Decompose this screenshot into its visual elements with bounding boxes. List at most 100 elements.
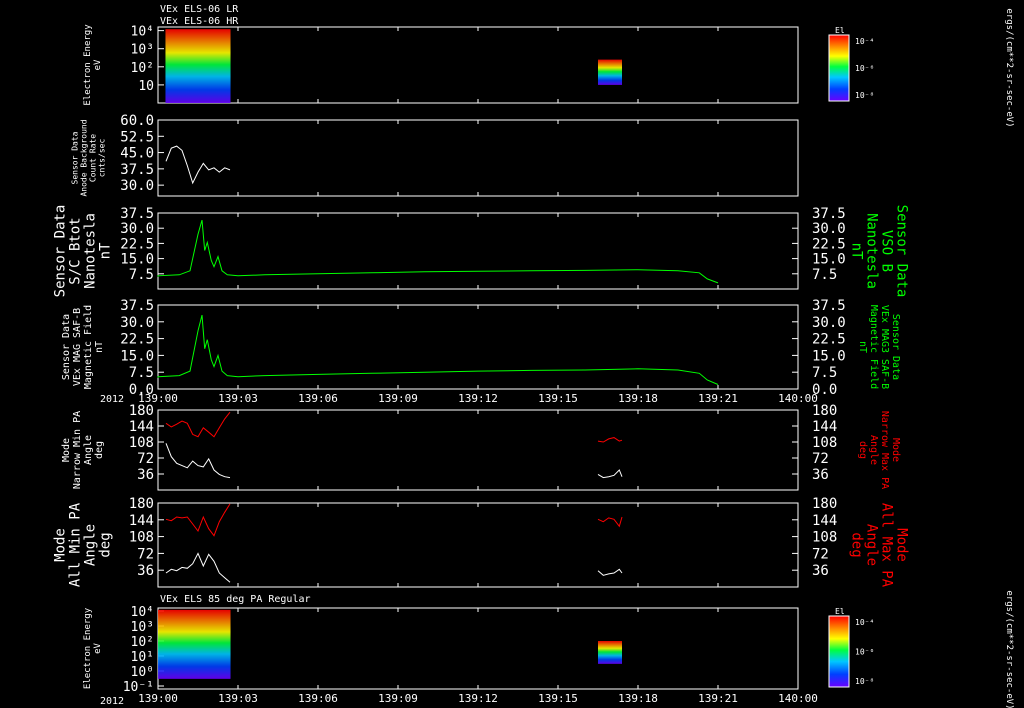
panel-4-ylabel-right-line-1: VEx MAG3 SAF-B [879,305,890,389]
panel-6-ytick-right-label-0: 36 [812,563,829,579]
time-axis-1-label-8: 140:00 [778,692,818,705]
panel-1-ylabel-line-0: Electron Energy [83,24,93,106]
panel-1-ytick-label-2: 10² [131,61,154,76]
panel-2-ylabel-line-2: Count Rate [88,134,97,182]
panel7-title: VEx ELS 85 deg PA Regular [160,594,311,605]
panel-5-ylabel-line-0: Mode [61,438,72,462]
panel-6-ylabel-line-1: All Min PA [67,502,83,587]
panel-5-ylabel-right-line-3: deg [857,441,868,459]
panel-4-ytick-label-3: 22.5 [120,332,154,348]
panel-3-ytick-right-label-1: 15.0 [812,252,846,268]
time-axis-0-label-0: 139:00 [138,392,178,405]
panel-7-ytick-label-4: 10⁰ [131,665,154,680]
panel-4-ytick-right-label-1: 7.5 [812,365,837,381]
panel-6-ylabel-line-0: Mode [52,528,68,562]
time-axis-1-label-2: 139:06 [298,692,338,705]
time-axis-1-label-7: 139:21 [698,692,738,705]
panel-6-ytick-label-1: 72 [137,546,154,562]
panel-5-ytick-right-label-2: 108 [812,435,837,451]
panel-3-ylabel-line-1: S/C Btot [67,217,83,284]
panel-1-spectrogram-block-1 [598,59,622,85]
panel-6-ylabel-right-line-0: Mode [894,528,910,562]
time-axis-1-label-0: 139:00 [138,692,178,705]
panel-1-colorbar-tick-2: 10⁻⁸ [855,91,874,100]
panel-5-ylabel-line-1: Narrow Min PA [72,411,83,489]
panel-4-ylabel-line-3: nT [94,341,105,353]
panel-7-ytick-label-0: 10⁴ [131,605,154,620]
panel-6-ytick-right-label-1: 72 [812,546,829,562]
panel-5-ylabel-right-line-0: Mode [890,438,901,462]
panel-2-ylabel-line-3: cnts/sec [97,139,106,178]
panel-5-ytick-label-4: 180 [129,403,154,419]
time-axis-0-label-4: 139:12 [458,392,498,405]
panel-4-ylabel-line-0: Sensor Data [61,314,72,380]
panel-6-ylabel-line-3: deg [97,532,113,557]
panel-3-ylabel-line-0: Sensor Data [52,205,68,298]
panel-5-ytick-label-2: 108 [129,435,154,451]
panel-7-colorbar-unit: ergs/(cm**2-sr-sec-eV) [1004,590,1014,708]
panel-2-ytick-label-4: 60.0 [120,113,154,129]
panel-6-ytick-label-2: 108 [129,530,154,546]
panel-7-colorbar-tick-1: 10⁻⁶ [855,648,874,657]
panel-3-ytick-label-4: 37.5 [120,206,154,222]
time-axis-0-label-6: 139:18 [618,392,658,405]
panel-6-ytick-right-label-4: 180 [812,496,837,512]
panel-6-ytick-label-0: 36 [137,563,154,579]
panel-6-ylabel-right-line-1: All Max PA [879,503,895,588]
plot-canvas: VEx ELS-06 LR VEx ELS-06 HR VEx ELS 85 d… [0,0,1024,708]
panel-4-ytick-label-2: 15.0 [120,348,154,364]
panel-3-ylabel-right-line-2: Nanotesla [864,213,880,289]
time-axis-1-label-6: 139:18 [618,692,658,705]
panel-3-ylabel-right-line-0: Sensor Data [894,205,910,298]
panel-6-ytick-right-label-2: 108 [812,530,837,546]
panel-7-colorbar [828,615,850,688]
panel-3-ytick-label-1: 15.0 [120,252,154,268]
panel-6-ytick-right-label-3: 144 [812,513,837,529]
panel-7-colorbar-unit-line-0: ergs/(cm**2-sr-sec-eV) [1004,590,1014,708]
panel-2-ytick-label-0: 30.0 [120,178,154,194]
panel-3-ytick-right-label-2: 22.5 [812,236,846,252]
panel-1-colorbar-title: El [835,26,845,35]
panel-1-colorbar-tick-0: 10⁻⁴ [855,37,874,46]
panel-3-ylabel-right-line-1: VSO B [879,230,895,272]
panel-3-ytick-label-0: 7.5 [129,267,154,283]
panel-1-ytick-label-0: 10⁴ [131,25,154,40]
header-line1: VEx ELS-06 LR [160,4,239,15]
time-axis-0-label-5: 139:15 [538,392,578,405]
panel-3-ytick-right-label-0: 7.5 [812,267,837,283]
header-line2: VEx ELS-06 HR [160,16,239,27]
panel-4-ylabel-right-line-3: nT [857,341,868,353]
panel-4-ylabel-line-2: Magnetic Field [83,305,94,389]
time-axis-1-label-1: 139:03 [218,692,258,705]
panel-2-ytick-label-3: 52.5 [120,129,154,145]
panel-1-ylabel-line-1: eV [93,59,103,70]
time-axis-0-label-8: 140:00 [778,392,818,405]
panel-1-colorbar-tick-1: 10⁻⁶ [855,64,874,73]
panel-5-ytick-label-1: 72 [137,451,154,467]
panel-5-ytick-right-label-4: 180 [812,403,837,419]
panel-6-ylabel-right-line-2: Angle [864,524,880,566]
time-axis-0-label-2: 139:06 [298,392,338,405]
panel-5-ylabel-right-line-1: Narrow Max PA [879,411,890,489]
panel-7-ylabel-line-1: eV [93,643,103,654]
panel-1-colorbar [828,34,850,102]
panel-7-spectrogram-block-0 [158,609,231,679]
panel-7-colorbar-tick-2: 10⁻⁸ [855,677,874,686]
panel-1-spectrogram-block-0 [165,29,231,103]
bottom-year-label: 2012 [100,696,124,707]
panel-2-ylabel-line-0: Sensor Data [70,131,79,184]
panel-5-ylabel-right-line-2: Angle [868,435,879,465]
panel-7-ytick-label-2: 10² [131,635,154,650]
panel-6-ylabel-right-line-3: deg [849,532,865,557]
panel-3-ytick-right-label-4: 37.5 [812,206,846,222]
panel-5-ylabel-line-2: Angle [83,435,94,465]
time-axis-0-label-1: 139:03 [218,392,258,405]
mid-year-label: 2012 [100,394,124,405]
panel-2-ylabel-line-1: Anode Background [79,119,88,196]
time-axis-0-label-3: 139:09 [378,392,418,405]
panel-3-ylabel-line-3: nT [97,242,113,259]
time-axis-1-label-4: 139:12 [458,692,498,705]
panel-4-ylabel-right-line-0: Sensor Data [890,314,901,380]
panel-2-ytick-label-1: 37.5 [120,162,154,178]
panel-6-ytick-label-3: 144 [129,513,154,529]
